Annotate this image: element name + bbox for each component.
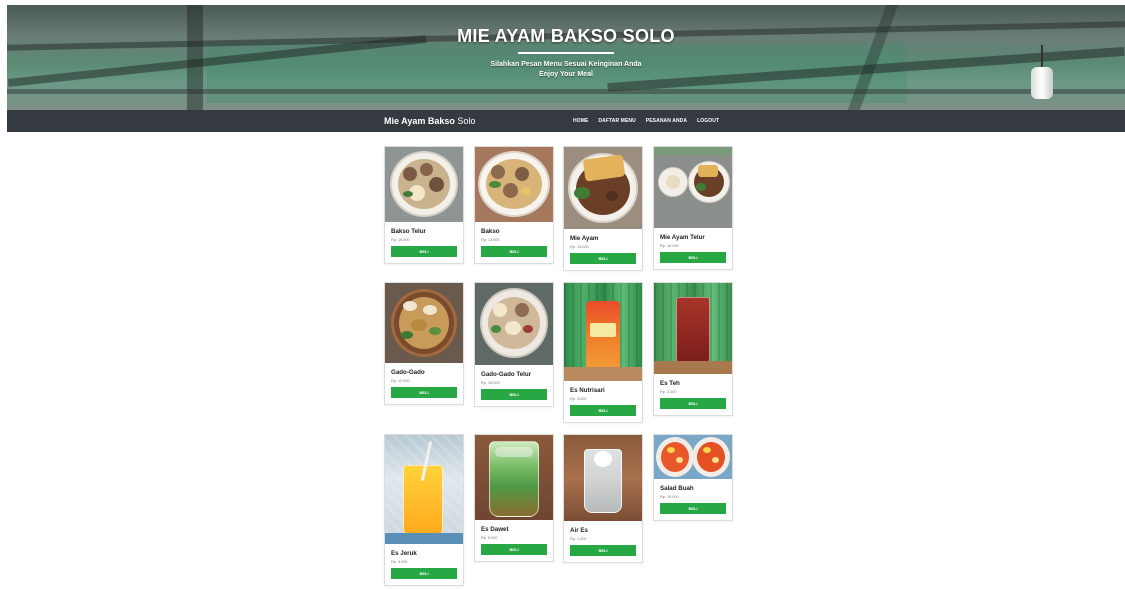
navbar: Mie Ayam Bakso Solo HOME DAFTAR MENU PES… — [7, 110, 1125, 132]
salad-buah-photo — [654, 435, 732, 479]
buy-button[interactable]: BELI — [481, 246, 547, 257]
menu-card-air-es: Air Es Rp. 1.000 BELI — [563, 434, 643, 563]
menu-item-name: Mie Ayam — [570, 235, 599, 242]
buy-button[interactable]: BELI — [481, 544, 547, 555]
menu-card-es-teh: Es Teh Rp. 3.000 BELI — [653, 282, 733, 416]
buy-button[interactable]: BELI — [660, 398, 726, 409]
hero-banner: MIE AYAM BAKSO SOLO Silahkan Pesan Menu … — [7, 5, 1125, 110]
menu-card-mie-ayam: Mie Ayam Rp. 13.000 BELI — [563, 146, 643, 271]
menu-item-price: Rp. 16.000 — [660, 244, 679, 248]
menu-card-mie-ayam-telur: Mie Ayam Telur Rp. 16.000 BELI — [653, 146, 733, 270]
mie-ayam-telur-photo — [654, 147, 732, 228]
menu-item-price: Rp. 10.000 — [660, 495, 679, 499]
es-jeruk-photo — [385, 435, 463, 544]
bakso-photo — [475, 147, 553, 222]
es-teh-photo — [654, 283, 732, 374]
nav-link-home[interactable]: HOME — [573, 118, 588, 124]
menu-item-name: Es Dawet — [481, 526, 509, 533]
hero-subtitle: Silahkan Pesan Menu Sesuai Keinginan And… — [490, 61, 642, 68]
nav-link-pesanan-anda[interactable]: PESANAN ANDA — [646, 118, 687, 124]
menu-item-price: Rp. 3.000 — [660, 390, 677, 394]
es-dawet-photo — [475, 435, 553, 520]
menu-item-name: Bakso Telur — [391, 228, 426, 235]
menu-item-price: Rp. 12.000 — [391, 379, 410, 383]
buy-button[interactable]: BELI — [660, 503, 726, 514]
hero-beam — [7, 89, 1125, 94]
menu-item-price: Rp. 3.000 — [570, 397, 587, 401]
menu-item-price: Rp. 5.000 — [481, 536, 498, 540]
es-nutrisari-photo — [564, 283, 642, 381]
menu-item-price: Rp. 13.000 — [570, 245, 589, 249]
hero-divider — [518, 52, 614, 54]
menu-card-gado-gado: Gado-Gado Rp. 12.000 BELI — [384, 282, 464, 405]
buy-button[interactable]: BELI — [570, 405, 636, 416]
menu-item-name: Gado-Gado Telur — [481, 371, 532, 378]
menu-card-bakso-telur: Bakso Telur Rp. 16.000 BELI — [384, 146, 464, 264]
buy-button[interactable]: BELI — [481, 389, 547, 400]
menu-item-price: Rp. 3.000 — [391, 560, 408, 564]
gado-gado-photo — [385, 283, 463, 363]
buy-button[interactable]: BELI — [391, 387, 457, 398]
menu-card-es-nutrisari: Es Nutrisari Rp. 3.000 BELI — [563, 282, 643, 423]
air-es-photo — [564, 435, 642, 521]
hero-tagline: Enjoy Your Meal — [539, 71, 593, 78]
menu-card-es-jeruk: Es Jeruk Rp. 3.000 BELI — [384, 434, 464, 586]
hero-title: MIE AYAM BAKSO SOLO — [457, 26, 675, 46]
nav-links: HOME DAFTAR MENU PESANAN ANDA LOGOUT — [573, 118, 719, 124]
menu-item-name: Salad Buah — [660, 485, 694, 492]
menu-item-name: Es Nutrisari — [570, 387, 605, 394]
bakso-telur-photo — [385, 147, 463, 222]
menu-card-gado-gado-telur: Gado-Gado Telur Rp. 15.000 BELI — [474, 282, 554, 407]
menu-card-salad-buah: Salad Buah Rp. 10.000 BELI — [653, 434, 733, 521]
buy-button[interactable]: BELI — [570, 253, 636, 264]
menu-item-name: Mie Ayam Telur — [660, 234, 705, 241]
menu-item-name: Es Teh — [660, 380, 680, 387]
menu-item-price: Rp. 15.000 — [481, 381, 500, 385]
menu-card-es-dawet: Es Dawet Rp. 5.000 BELI — [474, 434, 554, 562]
buy-button[interactable]: BELI — [660, 252, 726, 263]
menu-item-price: Rp. 1.000 — [570, 537, 587, 541]
menu-item-name: Es Jeruk — [391, 550, 417, 557]
menu-item-name: Gado-Gado — [391, 369, 425, 376]
nav-link-logout[interactable]: LOGOUT — [697, 118, 719, 124]
menu-item-name: Bakso — [481, 228, 500, 235]
gado-gado-telur-photo — [475, 283, 553, 365]
navbar-brand-bold: Mie Ayam Bakso — [384, 116, 455, 126]
navbar-brand[interactable]: Mie Ayam Bakso Solo — [384, 116, 475, 126]
mie-ayam-photo — [564, 147, 642, 229]
hero-beam — [187, 5, 203, 110]
menu-item-price: Rp. 16.000 — [391, 238, 410, 242]
menu-card-bakso: Bakso Rp. 12.000 BELI — [474, 146, 554, 264]
buy-button[interactable]: BELI — [391, 246, 457, 257]
menu-item-price: Rp. 12.000 — [481, 238, 500, 242]
buy-button[interactable]: BELI — [570, 545, 636, 556]
navbar-brand-rest: Solo — [454, 116, 476, 126]
menu-item-name: Air Es — [570, 527, 588, 534]
nav-link-daftar-menu[interactable]: DAFTAR MENU — [598, 118, 635, 124]
buy-button[interactable]: BELI — [391, 568, 457, 579]
